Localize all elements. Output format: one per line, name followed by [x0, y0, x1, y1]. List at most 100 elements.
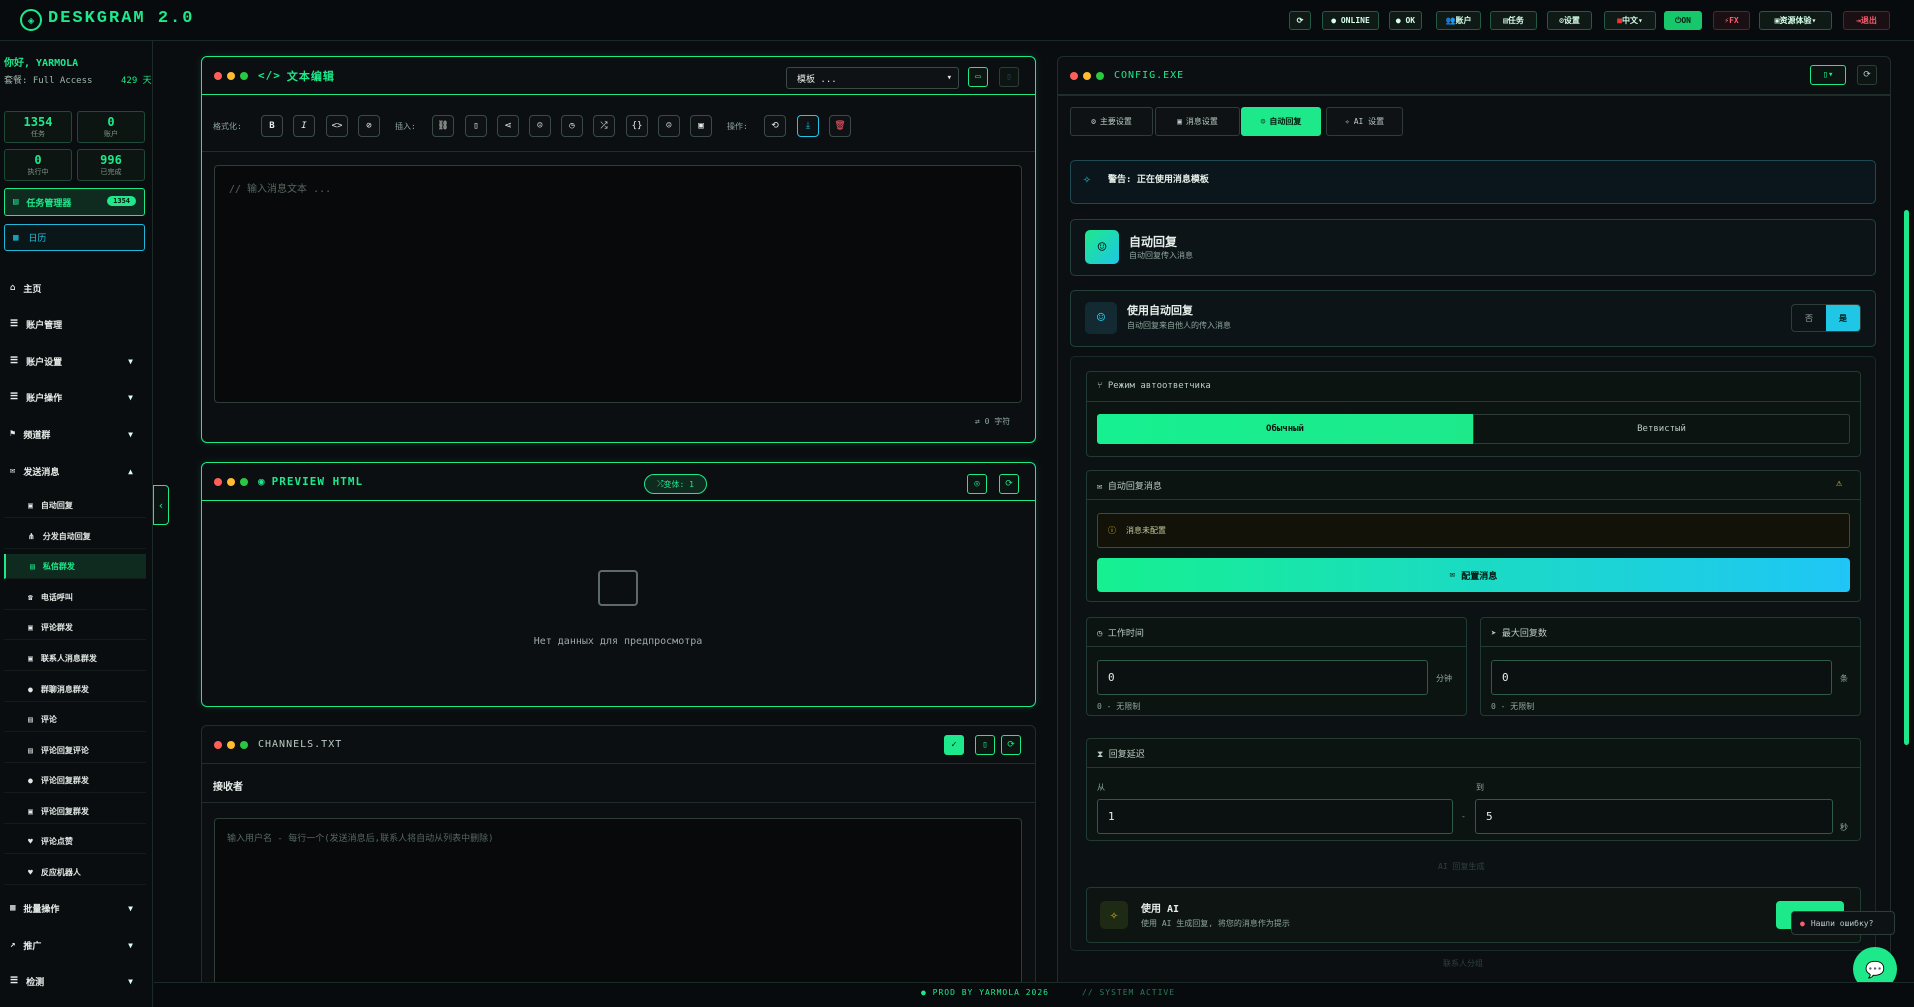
work-time-input[interactable]: 0 [1097, 660, 1428, 695]
subnav-icon: ● [28, 684, 33, 694]
autoreply-toggle[interactable]: 否 是 [1791, 304, 1861, 332]
counter-icon: ⇄ [975, 417, 985, 426]
smile-icon: ☺ [666, 121, 672, 131]
subnav-icon: ▤ [28, 714, 33, 724]
language-select[interactable]: ■ 中文 ▾ [1604, 11, 1656, 30]
tasks-label: 任务 [1507, 16, 1524, 25]
italic-button[interactable]: I [293, 115, 315, 137]
on-toggle-button[interactable]: ⏻ ON [1664, 11, 1702, 30]
refresh-preview-button[interactable]: ⟳ [999, 474, 1019, 494]
nav-channels[interactable]: ⚑ 频道群 ▼ [0, 421, 153, 447]
save-template-button[interactable]: ▯ [999, 67, 1019, 87]
mode-normal-button[interactable]: Обычный [1097, 414, 1473, 444]
insert-share-button[interactable]: ⋖ [497, 115, 519, 137]
configure-message-button[interactable]: ✉ 配置消息 [1097, 558, 1850, 592]
delay-from-input[interactable]: 1 [1097, 799, 1453, 834]
subnav-item[interactable]: ☎ 电话呼叫 [4, 585, 146, 610]
tab-message-settings[interactable]: ▣ 消息设置 [1155, 107, 1240, 136]
nav-account-management[interactable]: ☰ 账户管理 [0, 311, 153, 337]
check-button[interactable]: ✓ [944, 735, 964, 755]
convert-button[interactable]: ⟲ [764, 115, 786, 137]
subnav-item[interactable]: ▣ 自动回复 [4, 493, 146, 518]
insert-emoji-button[interactable]: ☺ [658, 115, 680, 137]
nav-home[interactable]: ⌂ 主页 [0, 275, 153, 301]
bold-button[interactable]: B [261, 115, 283, 137]
subnav-item[interactable]: ▣ 评论群发 [4, 615, 146, 640]
save-config-button[interactable]: ▯▾ [1810, 65, 1846, 85]
stat-accounts: 0 账户 [77, 111, 145, 143]
template-select[interactable]: 模板 ... ▾ [786, 67, 959, 89]
subnav-icon: ● [28, 775, 33, 785]
online-status-badge: ● ONLINE [1322, 11, 1379, 30]
tab-autoreply[interactable]: ☺ 自动回复 [1241, 107, 1321, 136]
code-button[interactable]: <> [326, 115, 348, 137]
load-file-button[interactable]: ▯ [975, 735, 995, 755]
bot-icon: ☺ [1260, 117, 1266, 126]
delay-label: ⧗ 回复延迟 [1097, 747, 1145, 760]
work-time-hint: 0 - 无限制 [1097, 702, 1141, 711]
file-icon: ▯ [473, 121, 479, 131]
insert-link-button[interactable]: ⛓ [432, 115, 454, 137]
insert-bot-button[interactable]: ☺ [529, 115, 551, 137]
subnav-item[interactable]: ⋔ 分发自动回复 [4, 524, 146, 549]
insert-file-button[interactable]: ▯ [465, 115, 487, 137]
variants-badge[interactable]: ⤮ 变体: 1 [644, 474, 707, 494]
insert-image-button[interactable]: ▣ [690, 115, 712, 137]
delay-to-input[interactable]: 5 [1475, 799, 1833, 834]
nav-label: 批量操作 [23, 904, 60, 915]
tab-main-settings[interactable]: ⚙ 主要设置 [1070, 107, 1153, 136]
tab-ai-settings[interactable]: ✧ AI 设置 [1326, 107, 1403, 136]
refresh-channels-button[interactable]: ⟳ [1001, 735, 1021, 755]
clear-text-button[interactable]: 🗑 [829, 115, 851, 137]
language-label: 中文 [1622, 16, 1638, 25]
insert-time-button[interactable]: ◷ [561, 115, 583, 137]
subnav-item[interactable]: ● 群聊消息群发 [4, 677, 146, 702]
subnav-item[interactable]: ♥ 评论点赞 [4, 829, 146, 854]
fx-button[interactable]: ⚡ FX [1713, 11, 1750, 30]
nav-account-actions[interactable]: ☰ 账户操作 ▼ [0, 384, 153, 410]
recipients-textarea[interactable]: 输入用户名 - 每行一个(发送消息后,联系人将自动从列表中删除) [214, 818, 1022, 1007]
message-textarea[interactable]: // 输入消息文本 ... [214, 165, 1022, 403]
mode-label-text: Режим автоответчика [1107, 381, 1211, 391]
task-manager-button[interactable]: ▤ 任务管理器 1354 [4, 188, 145, 216]
tasks-button[interactable]: ▤ 任务 [1490, 11, 1537, 30]
sidebar-collapse-button[interactable]: ‹ [153, 485, 169, 525]
open-template-button[interactable]: ▭ [968, 67, 988, 87]
scrollbar-thumb[interactable] [1904, 210, 1909, 745]
toggle-off[interactable]: 否 [1792, 305, 1826, 331]
subnav-item[interactable]: ♥ 反应机器人 [4, 860, 146, 885]
subnav-item[interactable]: ▤ 评论 [4, 707, 146, 732]
max-replies-input[interactable]: 0 [1491, 660, 1832, 695]
configure-message-label: 配置消息 [1461, 571, 1498, 582]
nav-check[interactable]: ☰ 检测 ▼ [0, 968, 153, 994]
extra-menu-button[interactable]: ▣ 资源体验 ▾ [1759, 11, 1832, 30]
save-text-button[interactable]: ⤓ [797, 115, 819, 137]
nav-send-messages[interactable]: ✉ 发送消息 ▲ [0, 458, 153, 484]
nav-account-settings[interactable]: ☰ 账户设置 ▼ [0, 348, 153, 374]
refresh-button[interactable]: ⟳ [1289, 11, 1311, 30]
chevron-down-icon: ▾ [1811, 16, 1817, 25]
chevron-down-icon: ▼ [128, 976, 133, 986]
settings-button[interactable]: ⚙ 设置 [1547, 11, 1592, 30]
logout-button[interactable]: ⇥ 退出 [1843, 11, 1890, 30]
nav-promotion[interactable]: ↗ 推广 ▼ [0, 932, 153, 958]
palette-button[interactable]: ◎ [967, 474, 987, 494]
preview-header: ◉ PREVIEW HTML [202, 463, 1035, 501]
subnav-item[interactable]: ▤ 评论回复评论 [4, 738, 146, 763]
spoiler-button[interactable]: ⊘ [358, 115, 380, 137]
subnav-item-active[interactable]: ▤ 私信群发 [4, 554, 146, 579]
refresh-icon: ⟳ [1863, 70, 1871, 80]
subnav-item[interactable]: ▣ 评论回复群发 [4, 799, 146, 824]
toggle-on[interactable]: 是 [1826, 305, 1860, 331]
nav-label: 账户管理 [26, 320, 63, 331]
calendar-button[interactable]: ▦ 日历 [4, 224, 145, 251]
preview-title: PREVIEW HTML [271, 475, 364, 488]
subnav-item[interactable]: ▣ 联系人消息群发 [4, 646, 146, 671]
subnav-item[interactable]: ● 评论回复群发 [4, 768, 146, 793]
mode-branching-button[interactable]: Ветвистый [1473, 414, 1850, 444]
insert-variable-button[interactable]: {} [626, 115, 648, 137]
nav-bulk-actions[interactable]: ▦ 批量操作 ▼ [0, 895, 153, 921]
reset-config-button[interactable]: ⟳ [1857, 65, 1877, 85]
accounts-button[interactable]: 👥 账户 [1436, 11, 1481, 30]
insert-random-button[interactable]: ⤮ [593, 115, 615, 137]
